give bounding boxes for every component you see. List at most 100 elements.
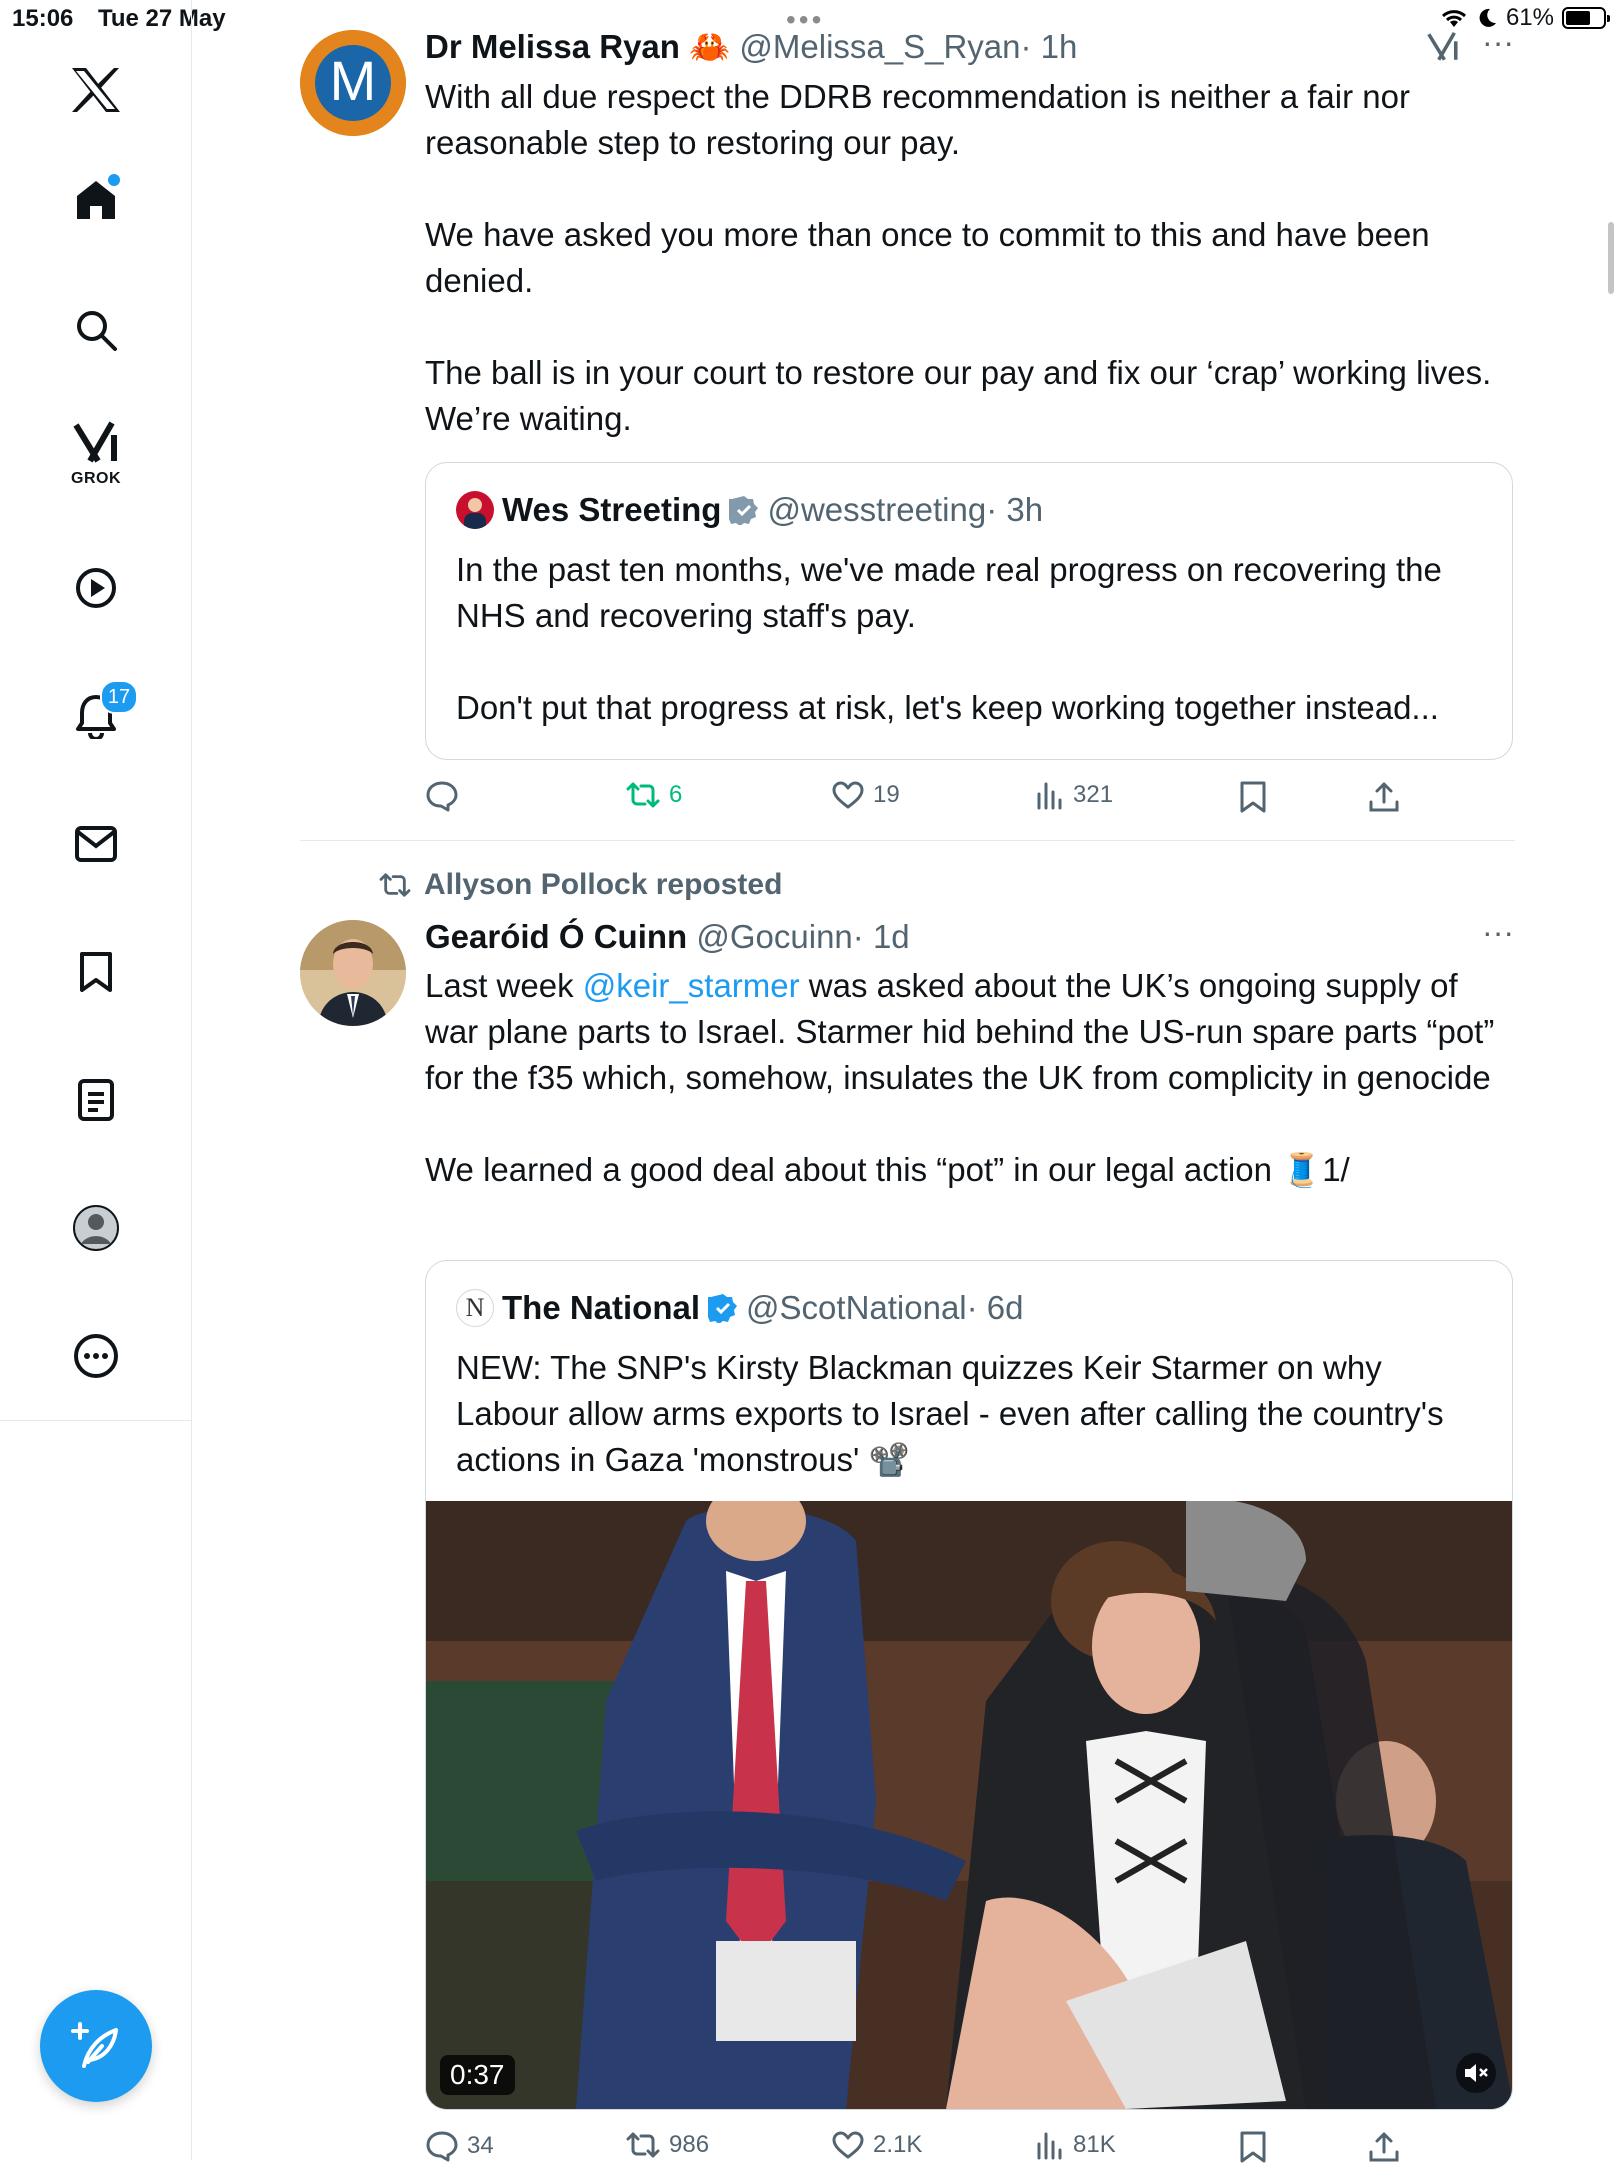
x-logo-icon[interactable] [56,50,136,130]
tweet-more-icon[interactable]: ··· [1482,914,1514,951]
repost-button[interactable]: 986 [625,2130,709,2160]
heart-icon [832,2131,864,2159]
share-button[interactable] [1367,2130,1401,2164]
reply-button[interactable]: 34 [425,2130,494,2162]
quoted-author-avatar [456,491,494,529]
repost-icon [626,2132,660,2158]
share-icon [1369,2132,1399,2162]
quoted-tweet-text: In the past ten months, we've made real … [456,547,1484,731]
grok-icon[interactable]: GROK [56,412,136,492]
muted-speaker-icon [1465,2064,1488,2082]
reply-icon [426,2131,458,2162]
search-icon[interactable] [56,290,136,370]
repost-button[interactable]: 6 [625,780,682,810]
post-time[interactable]: · 1d [853,918,910,955]
quoted-author-handle[interactable]: @ScotNational [746,1289,967,1327]
tweet-text: Last week @keir_starmer was asked about … [425,963,1515,1193]
author-handle[interactable]: @Melissa_S_Ryan [739,28,1020,65]
author-avatar[interactable] [300,920,406,1026]
notifications-bell-icon[interactable]: 17 [56,676,138,756]
quoted-tweet-wes-streeting[interactable]: Wes Streeting @wesstreeting · 3h In the p… [425,462,1513,760]
quoted-tweet-header: N The National @ScotNational · 6d [456,1289,1024,1327]
bookmark-button[interactable] [1239,2130,1267,2164]
views-count: 81K [1073,2131,1116,2158]
author-emoji: 🦀 [689,28,731,65]
tweet-header: Dr Melissa Ryan 🦀 @Melissa_S_Ryan· 1h [425,28,1510,67]
quoted-tweet-the-national[interactable]: N The National @ScotNational · 6d NEW: Th… [425,1260,1513,2110]
bookmarks-icon[interactable] [56,932,136,1012]
video-play-icon[interactable] [56,548,136,628]
reposted-by-label: Allyson Pollock reposted [424,868,783,901]
repost-count: 6 [669,781,683,808]
mute-toggle[interactable] [1456,2053,1496,2093]
tweet-actions: 34 986 2.1K 81K [425,2130,1515,2180]
scrollbar-thumb[interactable] [1608,222,1614,294]
bookmark-button[interactable] [1239,780,1267,814]
avatar-letter: M [329,49,377,112]
like-count: 2.1K [873,2131,923,2158]
battery-icon [1562,7,1610,29]
reply-count: 34 [467,2132,494,2159]
tweet-paragraph: We have asked you more than once to comm… [425,216,1430,299]
quoted-post-time: · 3h [986,491,1044,528]
like-button[interactable]: 19 [831,780,900,810]
home-icon[interactable] [56,160,136,240]
views-button[interactable]: 81K [1035,2130,1116,2160]
sidebar: GROK 17 [0,0,192,2160]
views-button[interactable]: 321 [1035,780,1113,810]
video-duration: 0:37 [440,2055,515,2095]
author-name[interactable]: Dr Melissa Ryan [425,28,680,65]
repost-context[interactable]: Allyson Pollock reposted [378,868,782,902]
lists-icon[interactable] [56,1060,136,1140]
views-chart-icon [1037,2132,1062,2160]
compose-feather-icon [71,2022,118,2068]
bookmark-icon [1240,781,1266,813]
post-time[interactable]: · 1h [1021,28,1078,65]
new-posts-dot [106,172,122,188]
repost-small-icon [379,873,411,897]
video-player[interactable]: 0:37 [426,1501,1512,2109]
views-count: 321 [1073,781,1114,808]
repost-icon [626,782,660,808]
tweet-text: With all due respect the DDRB recommenda… [425,74,1515,442]
author-handle[interactable]: @Gocuinn [696,918,852,955]
tweet-paragraph: Last week @keir_starmer was asked about … [425,963,1515,1101]
wifi-icon [1441,10,1466,27]
quoted-author-handle[interactable]: @wesstreeting [767,491,986,529]
author-name[interactable]: Gearóid Ó Cuinn [425,918,687,955]
quoted-tweet-text: NEW: The SNP's Kirsty Blackman quizzes K… [456,1349,1444,1478]
quoted-paragraph: Don't put that progress at risk, let's k… [456,689,1439,726]
share-button[interactable] [1367,780,1401,814]
tweet-more-icon[interactable]: ··· [1482,24,1514,61]
quoted-author-name[interactable]: The National [502,1289,700,1327]
bookmark-icon [1240,2131,1266,2163]
verified-badge-icon [729,496,759,525]
reply-button[interactable] [425,780,467,812]
quoted-post-time: · 6d [966,1289,1024,1326]
profile-avatar-icon[interactable] [56,1188,136,1268]
like-count: 19 [873,781,900,808]
heart-icon [832,781,864,809]
more-options-icon[interactable] [56,1316,136,1396]
notifications-badge: 17 [100,680,138,714]
compose-post-button[interactable] [40,1990,152,2102]
quoted-paragraph: In the past ten months, we've made real … [456,551,1442,634]
video-thumbnail [426,1501,1512,2109]
author-avatar[interactable]: M [300,30,406,136]
grok-label: GROK [71,470,121,487]
repost-count: 986 [669,2131,710,2158]
tweet-paragraph: We learned a good deal about this “pot” … [425,1151,1350,1188]
like-button[interactable]: 2.1K [831,2130,922,2160]
quoted-author-name[interactable]: Wes Streeting [502,491,721,529]
share-icon [1369,782,1399,812]
messages-envelope-icon[interactable] [56,804,136,884]
text-segment: Last week [425,967,583,1004]
quoted-tweet-header: Wes Streeting @wesstreeting · 3h [456,491,1043,529]
tweet-header: Gearóid Ó Cuinn @Gocuinn· 1d [425,918,1510,956]
quoted-author-logo: N [456,1289,494,1327]
tweet-actions: 6 19 321 [425,780,1515,830]
mention-link[interactable]: @keir_starmer [583,967,800,1004]
grok-explain-icon[interactable] [1426,30,1460,69]
views-chart-icon [1037,782,1062,810]
reply-icon [426,781,458,812]
